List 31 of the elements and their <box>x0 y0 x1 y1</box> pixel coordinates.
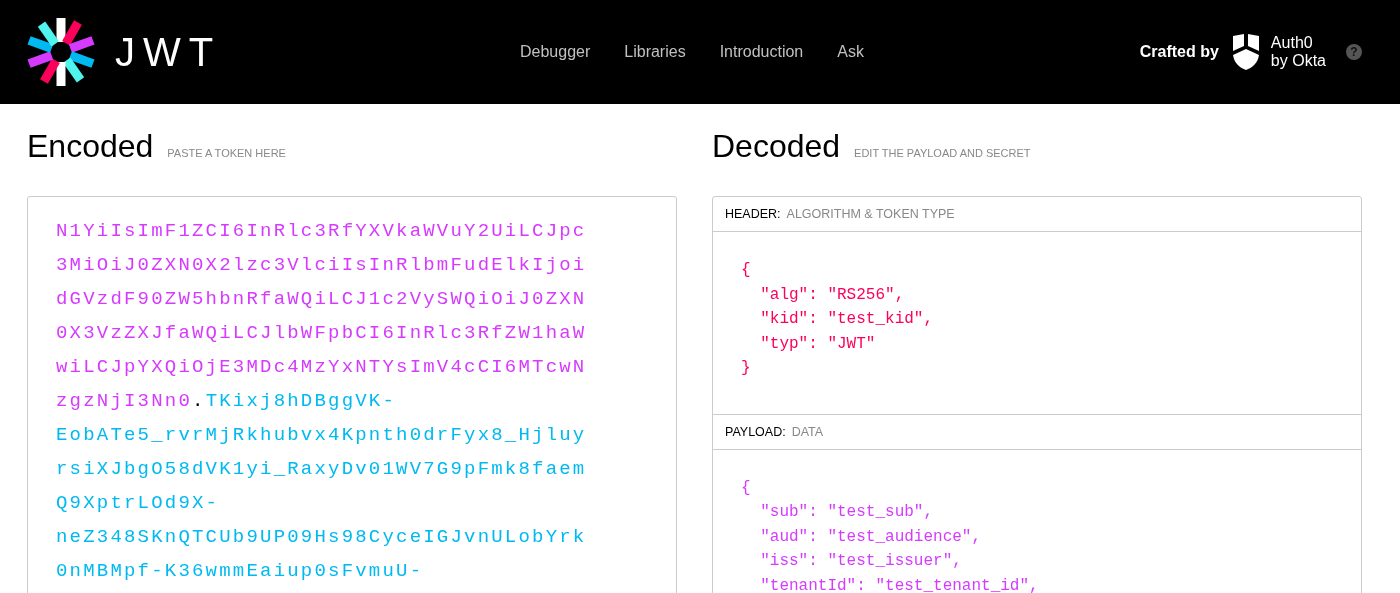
code-line: "alg": "RS256", <box>759 284 905 306</box>
starburst-logo-icon <box>27 18 95 86</box>
code-line: "iss": "test_issuer", <box>759 551 962 572</box>
section-subtitle: EDIT THE PAYLOAD AND SECRET <box>854 147 1031 159</box>
code-line: "sub": "test_sub", <box>759 502 934 523</box>
token-input-field[interactable]: N1YiIsImF1ZCI6InRlc3RfYXVkaWVuY2UiLCJpc 3MiOiJ0ZXN0X2lzc3VlciIsInRlbmFudElkIjoi dGVzdF90ZW5hbnRfaWQiLCJ1c2VySWQiOiJ0ZXN 0X3VzZXJfaWQiLCJlbWFpbCI6InRlc3RfZW1haW wiLCJpYXQiOjE3MDc4MzYxNTYsImV4cCI6MTcwN zgzNjI3Nn0.TKixj8hDBggVK- EobATe5_rvrMjRkhubvx4Kpnth0drFyx8_Hjluy rsiXJbgO58dVK1yi_RaxyDv01WV7G9pFmk8faem Q9XptrLOd9X- neZ348SKnQTCUb9UP09Hs98CyceIGJvnULobYrk 0nMBMpf-K36wmmEaiup0sFvmuU- <box>27 196 677 593</box>
code-line: "aud": "test_audience", <box>759 526 982 548</box>
code-line: { <box>741 477 751 499</box>
section-title: Decoded <box>712 128 841 165</box>
nav-link[interactable]: Introduction <box>719 43 804 61</box>
nav-link[interactable]: Debugger <box>520 43 591 61</box>
section-title: Encoded <box>27 128 154 165</box>
nav-link[interactable]: Ask <box>837 43 864 61</box>
panel-label: PAYLOAD: <box>725 424 786 439</box>
code-line: "typ": "JWT" <box>759 333 876 355</box>
logo-text: JWT <box>115 29 222 75</box>
code-line: } <box>741 358 751 379</box>
panel-caption: DATA <box>791 424 824 439</box>
shield-logo-icon <box>1230 34 1261 70</box>
panel-caption: ALGORITHM & TOKEN TYPE <box>786 207 955 221</box>
code-line: { <box>741 260 751 281</box>
nav-link[interactable]: Libraries <box>624 43 686 61</box>
section-subtitle: PASTE A TOKEN HERE <box>167 147 286 159</box>
brand-name: by Okta <box>1270 52 1326 70</box>
code-line: "tenantId": "test_tenant_id", <box>759 575 1039 593</box>
code-editor[interactable]: { "alg": "RS256", "kid": "test_kid", "typ": "JWT" } <box>713 232 1361 415</box>
code-editor[interactable]: { "sub": "test_sub", "aud": "test_audience", "iss": "test_issuer", "tenantId": "test_tenant_id", <box>713 449 1361 593</box>
crafted-by-text: Crafted by <box>1139 43 1219 61</box>
panel-label: HEADER: <box>725 207 781 221</box>
brand-name: Auth0 <box>1270 34 1314 52</box>
code-line: "kid": "test_kid", <box>759 309 934 330</box>
